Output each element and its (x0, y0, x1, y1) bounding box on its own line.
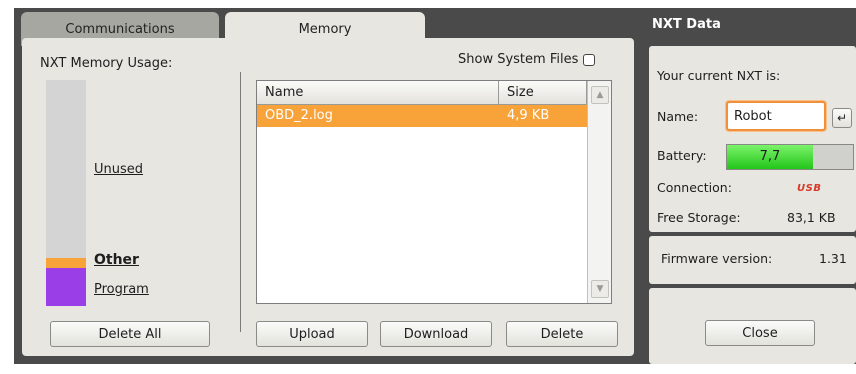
file-list-scrollbar[interactable]: ▲ ▼ (587, 81, 611, 303)
connection-label: Connection: (657, 180, 732, 195)
column-header-name[interactable]: Name (257, 81, 499, 105)
memory-usage-label: NXT Memory Usage: (40, 56, 173, 71)
show-system-files-label: Show System Files (458, 52, 579, 67)
download-button[interactable]: Download (380, 321, 492, 347)
file-row[interactable]: OBD_2.log 4,9 KB (257, 105, 587, 127)
legend-unused[interactable]: Unused (94, 162, 143, 177)
delete-label: Delete (540, 326, 584, 342)
tab-communications-label: Communications (65, 21, 175, 37)
column-name-label: Name (265, 85, 304, 100)
file-size: 4,9 KB (507, 108, 550, 123)
free-storage-value: 83,1 KB (787, 210, 836, 225)
close-button[interactable]: Close (705, 320, 815, 346)
nxt-data-title: NXT Data (652, 17, 721, 32)
firmware-panel: Firmware version: 1.31 (649, 236, 856, 284)
show-system-files[interactable]: Show System Files (458, 52, 596, 67)
scroll-up-icon[interactable]: ▲ (591, 86, 609, 104)
delete-all-button[interactable]: Delete All (50, 321, 210, 347)
battery-label: Battery: (657, 148, 707, 163)
memory-bar-other (46, 258, 86, 268)
nxt-name-input[interactable]: Robot (726, 101, 826, 131)
memory-panel: NXT Memory Usage: Unused Other Program D… (22, 38, 634, 356)
column-size-label: Size (507, 85, 534, 100)
file-name: OBD_2.log (265, 108, 333, 123)
usb-icon: USB (797, 183, 822, 194)
column-header-size[interactable]: Size (499, 81, 587, 105)
upload-label: Upload (289, 326, 335, 342)
delete-all-label: Delete All (98, 326, 162, 342)
close-panel: Close (649, 288, 856, 364)
enter-icon[interactable]: ↵ (832, 108, 852, 128)
legend-other[interactable]: Other (94, 252, 139, 268)
tab-memory-label: Memory (298, 21, 352, 37)
download-label: Download (403, 326, 469, 342)
close-label: Close (742, 325, 778, 341)
delete-button[interactable]: Delete (506, 321, 618, 347)
free-storage-label: Free Storage: (657, 210, 741, 225)
memory-bar-program (46, 268, 86, 306)
firmware-value: 1.31 (819, 251, 847, 266)
firmware-label: Firmware version: (661, 251, 773, 266)
battery-gauge: 7,7 (726, 144, 854, 170)
file-list[interactable]: Name Size OBD_2.log 4,9 KB ▲ ▼ (256, 80, 612, 304)
scroll-down-icon[interactable]: ▼ (591, 280, 609, 298)
upload-button[interactable]: Upload (256, 321, 368, 347)
name-label: Name: (657, 109, 699, 124)
nxt-data-window: NXT Data Your current NXT is: Name: Robo… (642, 8, 856, 364)
show-system-files-checkbox[interactable] (583, 53, 596, 66)
nxt-info-panel: Your current NXT is: Name: Robot ↵ Batte… (649, 46, 856, 232)
nxt-name-value: Robot (734, 108, 772, 124)
battery-value: 7,7 (759, 149, 781, 164)
memory-bar-unused (46, 80, 86, 258)
vertical-divider (240, 72, 241, 332)
legend-program[interactable]: Program (94, 282, 149, 297)
current-nxt-label: Your current NXT is: (657, 68, 781, 83)
